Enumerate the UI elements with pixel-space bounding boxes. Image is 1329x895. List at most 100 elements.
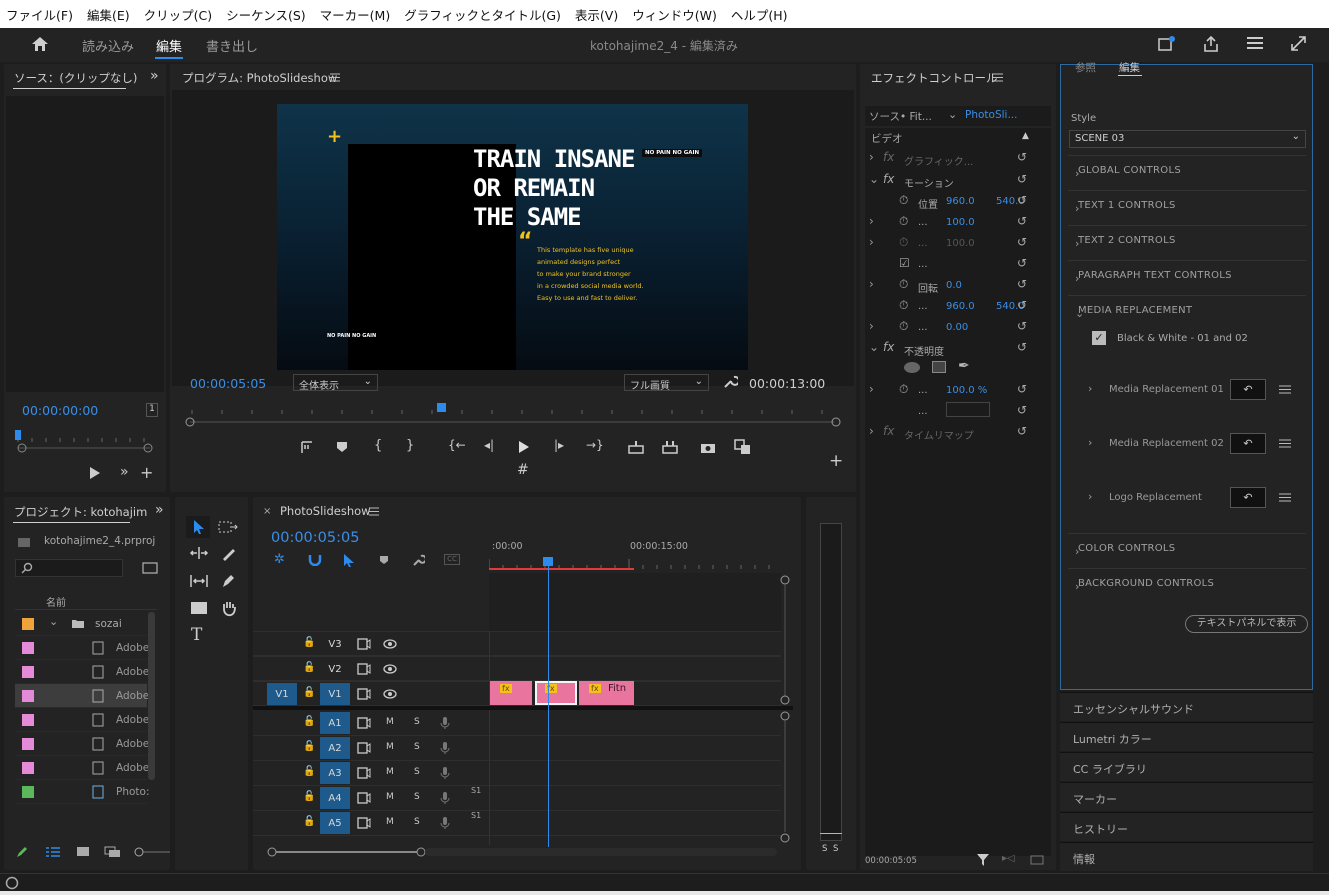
effects-sequence[interactable]: PhotoSli... (965, 109, 1017, 121)
bw-checkbox[interactable]: ✓ (1092, 331, 1106, 345)
reset-icon[interactable]: ↺ (1017, 424, 1027, 438)
chevron-right-icon[interactable]: › (869, 235, 874, 249)
audio-track-target[interactable]: A5 (320, 812, 350, 834)
snap-icon[interactable] (308, 554, 322, 566)
effect-row[interactable]: ⏱ ... 960.0 540.0 ↺ (865, 298, 1051, 318)
effect-row[interactable]: ☑ ... ↺ (865, 256, 1051, 276)
eye-icon[interactable] (383, 639, 397, 649)
solo-button[interactable]: S (414, 717, 420, 727)
meter-solo-right[interactable]: S (833, 844, 838, 854)
microphone-icon[interactable] (440, 816, 450, 830)
quick-export-icon[interactable] (1158, 36, 1176, 52)
audio-track-target[interactable]: A2 (320, 737, 350, 759)
effect-value[interactable]: 100.0 (946, 217, 975, 228)
timeline-menu-icon[interactable] (369, 507, 379, 516)
panel-overflow-icon[interactable]: » (150, 68, 159, 84)
export-icon[interactable] (1030, 853, 1044, 865)
ripple-edit-icon[interactable] (189, 546, 209, 560)
fx-icon[interactable]: fx (883, 172, 894, 186)
egp-section[interactable]: GLOBAL CONTROLS (1078, 165, 1181, 176)
microphone-icon[interactable] (440, 716, 450, 730)
reset-icon[interactable]: ↺ (1017, 298, 1027, 312)
timeline-title[interactable]: PhotoSlideshow (280, 504, 371, 518)
reset-icon[interactable]: ↺ (1017, 235, 1027, 249)
chevron-right-icon[interactable]: › (1088, 382, 1092, 395)
fit-dropdown[interactable]: 全体表示 ⌄ (293, 374, 378, 392)
effect-row[interactable]: › ⏱ ... 100.0 % ↺ (865, 382, 1051, 402)
chevron-down-icon[interactable]: ⌄ (869, 172, 879, 186)
mark-in-icon[interactable]: { (374, 438, 382, 453)
effect-row[interactable]: ⏱ 位置 960.0 540.0 ↺ (865, 193, 1051, 213)
chevron-right-icon[interactable]: › (869, 214, 874, 228)
chevron-down-icon[interactable]: ⌄ (869, 340, 879, 354)
reset-icon[interactable]: ↺ (1017, 193, 1027, 207)
add-marker-icon[interactable] (379, 555, 389, 565)
menu-window[interactable]: ウィンドウ(W) (632, 5, 717, 24)
media-drop-zone[interactable]: ↶ (1230, 379, 1266, 400)
pen-mask-icon[interactable]: ✒ (958, 358, 970, 374)
captions-icon[interactable]: CC (444, 554, 460, 565)
filter-icon[interactable] (976, 853, 990, 867)
creative-cloud-icon[interactable] (5, 876, 19, 890)
list-view-icon[interactable] (45, 846, 61, 858)
menu-sequence[interactable]: シーケンス(S) (226, 5, 306, 24)
hamburger-icon[interactable] (1279, 385, 1291, 394)
effect-value[interactable]: 960.0 (946, 196, 975, 207)
solo-button[interactable]: S (414, 817, 420, 827)
effect-row[interactable]: › fx グラフィック... ↺ (865, 150, 1051, 170)
collapsed-panel[interactable]: エッセンシャルサウンド (1060, 692, 1313, 721)
menu-help[interactable]: ヘルプ(H) (731, 5, 788, 24)
fx-icon[interactable]: fx (883, 424, 894, 438)
reset-icon[interactable]: ↺ (1017, 172, 1027, 186)
project-item[interactable]: Adobe (15, 636, 149, 660)
effect-row[interactable]: ⌄ fx モーション ↺ (865, 172, 1051, 192)
effect-value[interactable]: 0.0 (946, 280, 962, 291)
menu-graphics[interactable]: グラフィックとタイトル(G) (404, 5, 561, 24)
chevron-right-icon[interactable]: › (869, 319, 874, 333)
project-title[interactable]: プロジェクト: kotohajim (14, 504, 147, 520)
audio-track-target[interactable]: A1 (320, 712, 350, 734)
stopwatch-icon[interactable]: ⏱ (899, 319, 908, 334)
egp-tab-browse[interactable]: 参照 (1075, 60, 1096, 75)
chevron-down-icon[interactable]: ⌄ (948, 108, 957, 121)
reset-icon[interactable]: ↺ (1017, 214, 1027, 228)
mark-out-icon[interactable]: } (406, 438, 414, 453)
project-item[interactable]: Adobe (15, 684, 149, 708)
sync-lock-icon[interactable] (357, 663, 371, 675)
source-ruler[interactable] (14, 428, 154, 454)
source-more-icon[interactable]: » (120, 464, 129, 480)
panel-overflow-icon[interactable]: » (155, 502, 164, 518)
stopwatch-icon[interactable]: ☑ (899, 256, 910, 270)
workspaces-icon[interactable] (1246, 36, 1264, 51)
lock-icon[interactable]: 🔓 (303, 637, 315, 648)
hamburger-icon[interactable] (1279, 439, 1291, 448)
new-bin-icon[interactable] (142, 562, 158, 574)
stopwatch-icon[interactable]: ⏱ (899, 277, 908, 292)
label-color-swatch[interactable] (22, 666, 34, 678)
egp-section[interactable]: MEDIA REPLACEMENT (1078, 305, 1192, 316)
program-ruler[interactable] (182, 400, 842, 432)
egp-tab-edit[interactable]: 編集 (1119, 60, 1140, 75)
wrench-icon[interactable] (722, 374, 738, 390)
source-zoom[interactable]: 1 (146, 403, 158, 417)
track-target[interactable]: V2 (320, 658, 350, 680)
scroll-up-icon[interactable]: ▲ (1022, 131, 1029, 141)
sync-lock-icon[interactable] (357, 717, 371, 729)
solo-button[interactable]: S (414, 742, 420, 752)
reset-icon[interactable]: ↺ (1017, 403, 1027, 417)
slip-tool-icon[interactable] (189, 574, 209, 588)
effects-timecode[interactable]: 00:00:05:05 (865, 856, 917, 866)
microphone-icon[interactable] (440, 791, 450, 805)
reset-icon[interactable]: ↺ (1017, 256, 1027, 270)
effect-row[interactable]: › ⏱ ... 100.0 ↺ (865, 214, 1051, 234)
lock-icon[interactable]: 🔓 (303, 816, 315, 827)
effect-value[interactable]: 100.0 (946, 238, 975, 249)
timeline-hscroll[interactable] (265, 845, 780, 859)
timeline-clip-1[interactable]: fx (490, 681, 532, 705)
effect-value[interactable]: 960.0 (946, 301, 975, 312)
camera-icon[interactable] (700, 440, 716, 454)
source-title[interactable]: ソース：(クリップなし) (14, 70, 137, 86)
audio-track-target[interactable]: A3 (320, 762, 350, 784)
solo-button[interactable]: S (414, 792, 420, 802)
stopwatch-icon[interactable]: ⏱ (899, 214, 908, 229)
